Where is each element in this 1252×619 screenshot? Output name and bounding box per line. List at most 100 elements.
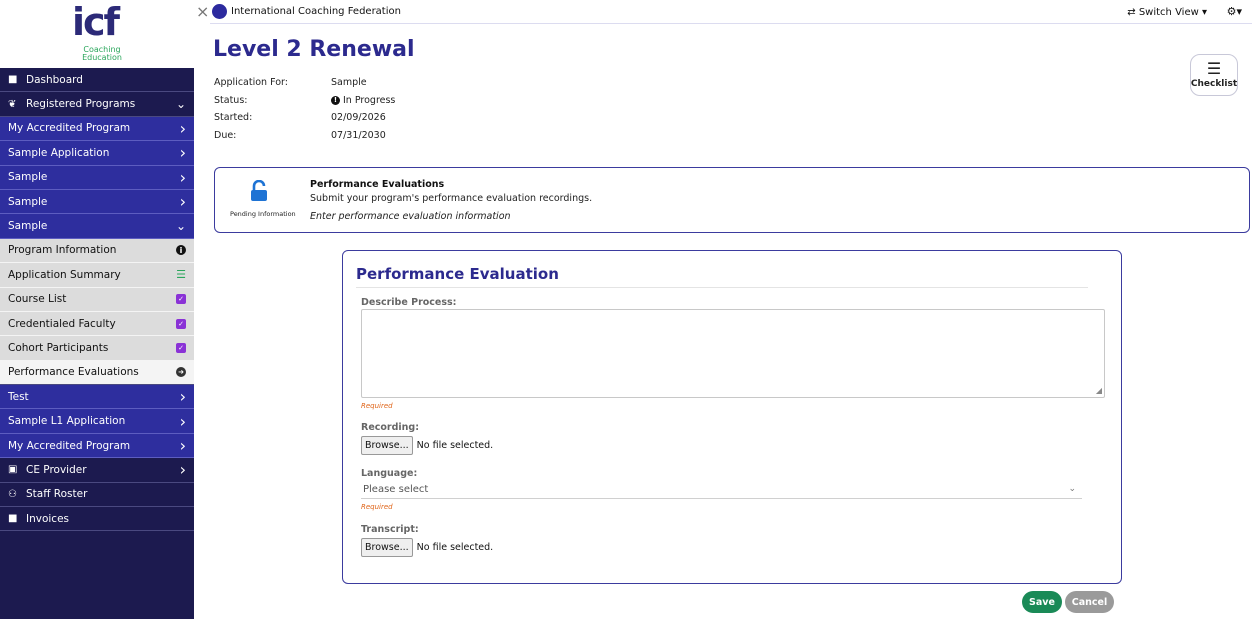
file-icon: ■: [8, 513, 18, 525]
meta-row-due: Due: 07/31/2030: [214, 127, 395, 145]
describe-process-textarea[interactable]: ◢: [361, 309, 1105, 398]
sidebar-item-label: Performance Evaluations: [8, 366, 139, 379]
chevron-right-icon: ›: [179, 167, 186, 187]
chevron-right-icon: ›: [179, 143, 186, 163]
sidebar-item-label: Sample Application: [8, 146, 110, 159]
recording-browse-button[interactable]: Browse...: [361, 436, 413, 455]
sidebar-item-label: Course List: [8, 293, 67, 306]
cancel-button[interactable]: Cancel: [1065, 591, 1114, 613]
meta-row-application: Application For: Sample: [214, 74, 395, 92]
transcript-label: Transcript:: [361, 524, 419, 535]
top-bar: International Coaching Federation ⇄ Swit…: [210, 0, 1252, 24]
sidebar-item-label: Cohort Participants: [8, 341, 109, 354]
chevron-right-icon: ›: [179, 436, 186, 456]
sidebar-item-ce-provider[interactable]: ▣ CE Provider ›: [0, 458, 194, 483]
chevron-right-icon: ›: [179, 387, 186, 407]
sidebar-item-label: Registered Programs: [26, 98, 136, 111]
sidebar-item-dashboard[interactable]: ■ Dashboard: [0, 68, 194, 93]
section-hint: Enter performance evaluation information: [310, 211, 511, 222]
divider: [356, 287, 1088, 288]
sidebar-item-registered-programs[interactable]: ❦ Registered Programs ⌄: [0, 92, 194, 117]
recording-label: Recording:: [361, 422, 420, 433]
language-selected-value: Please select: [363, 484, 429, 495]
list-icon: ☰: [176, 268, 186, 282]
application-meta: Application For: Sample Status: ! In Pro…: [214, 74, 395, 144]
meta-value: Sample: [331, 77, 367, 89]
sidebar-item-performance-evaluations[interactable]: Performance Evaluations ➜: [0, 360, 194, 386]
info-icon: i: [176, 245, 186, 256]
sidebar-item-label: My Accredited Program: [8, 439, 131, 452]
sidebar-item-application-summary[interactable]: Application Summary ☰: [0, 263, 194, 288]
sidebar-item-my-accredited-program[interactable]: My Accredited Program ›: [0, 116, 194, 142]
meta-row-started: Started: 02/09/2026: [214, 109, 395, 127]
resize-grip-icon[interactable]: ◢: [1096, 386, 1102, 395]
describe-process-label: Describe Process:: [361, 297, 457, 308]
page-title: Level 2 Renewal: [213, 37, 415, 62]
icf-logo-mark: icf: [72, 0, 120, 44]
sidebar-item-sample[interactable]: Sample ›: [0, 189, 194, 215]
building-icon: ■: [8, 74, 18, 86]
settings-gear-icon[interactable]: ⚙▾: [1227, 5, 1242, 18]
sidebar-item-sample-l1-application[interactable]: Sample L1 Application ›: [0, 409, 194, 434]
meta-key: Due:: [214, 129, 237, 141]
sidebar-item-program-information[interactable]: Program Information i: [0, 238, 194, 264]
transcript-file-input: Browse... No file selected.: [361, 538, 493, 557]
sidebar-item-sample[interactable]: Sample ⌄: [0, 214, 194, 239]
sidebar-item-cohort-participants[interactable]: Cohort Participants ✓: [0, 336, 194, 361]
close-icon[interactable]: ×: [196, 2, 209, 21]
sidebar-item-label: Sample L1 Application: [8, 415, 126, 428]
arrow-right-icon: ➜: [176, 367, 186, 378]
checkbox-icon: ✓: [176, 318, 186, 329]
people-icon: ⚇: [8, 488, 17, 500]
sidebar-item-label: Invoices: [26, 512, 70, 525]
switch-view-button[interactable]: ⇄ Switch View ▾: [1127, 7, 1207, 18]
transcript-browse-button[interactable]: Browse...: [361, 538, 413, 557]
org-name: International Coaching Federation: [231, 6, 401, 17]
sidebar-item-label: Sample: [8, 171, 48, 184]
sidebar-nav: ■ Dashboard ❦ Registered Programs ⌄ My Accred…: [0, 68, 194, 532]
recording-file-status: No file selected.: [416, 440, 494, 451]
language-select[interactable]: Please select ⌄: [361, 482, 1082, 499]
org-logo-icon: [212, 4, 227, 19]
sidebar-item-sample[interactable]: Sample ›: [0, 165, 194, 190]
unlock-icon: [251, 180, 267, 201]
sidebar-item-test[interactable]: Test ›: [0, 385, 194, 410]
required-note: Required: [361, 402, 393, 410]
checklist-button[interactable]: ☰ Checklist: [1190, 54, 1238, 96]
sidebar-item-staff-roster[interactable]: ⚇ Staff Roster: [0, 482, 194, 508]
section-info-card: Pending Information Performance Evaluati…: [214, 167, 1250, 233]
checkbox-icon: ✓: [176, 294, 186, 305]
sidebar-item-label: Sample: [8, 195, 48, 208]
logo-subtitle: Coaching Education: [72, 46, 132, 62]
meta-key: Started:: [214, 112, 253, 124]
checklist-label: Checklist: [1190, 79, 1238, 89]
sidebar-item-my-accredited-program[interactable]: My Accredited Program ›: [0, 433, 194, 459]
save-button[interactable]: Save: [1022, 591, 1062, 613]
sidebar-item-sample-application[interactable]: Sample Application ›: [0, 141, 194, 166]
sidebar-item-label: Credentialed Faculty: [8, 317, 116, 330]
chevron-down-icon: ⌄: [1068, 484, 1076, 494]
chevron-right-icon: ›: [179, 411, 186, 431]
sidebar-item-invoices[interactable]: ■ Invoices: [0, 507, 194, 532]
section-status: Pending Information: [230, 210, 296, 218]
recording-file-input: Browse... No file selected.: [361, 436, 493, 455]
language-label: Language:: [361, 468, 418, 479]
section-description: Submit your program's performance evalua…: [310, 193, 593, 204]
checkbox-icon: ✓: [176, 342, 186, 353]
meta-value: 07/31/2030: [331, 129, 386, 141]
sidebar-item-label: Sample: [8, 220, 48, 233]
meta-key: Status:: [214, 94, 248, 106]
logo[interactable]: icf Coaching Education: [0, 0, 194, 68]
users-icon: ❦: [8, 98, 17, 110]
sidebar: icf Coaching Education ■ Dashboard ❦ Regist…: [0, 0, 194, 619]
sidebar-item-label: Dashboard: [26, 73, 83, 86]
logo-sub-line2: Education: [82, 53, 122, 62]
sidebar-item-label: Staff Roster: [26, 488, 88, 501]
sidebar-item-course-list[interactable]: Course List ✓: [0, 287, 194, 312]
sidebar-item-credentialed-faculty[interactable]: Credentialed Faculty ✓: [0, 311, 194, 337]
transcript-file-status: No file selected.: [416, 542, 494, 553]
sidebar-item-label: Application Summary: [8, 268, 121, 281]
chevron-down-icon: ⌄: [175, 97, 186, 112]
meta-key: Application For:: [214, 77, 288, 89]
list-icon: ☰: [1206, 59, 1222, 78]
